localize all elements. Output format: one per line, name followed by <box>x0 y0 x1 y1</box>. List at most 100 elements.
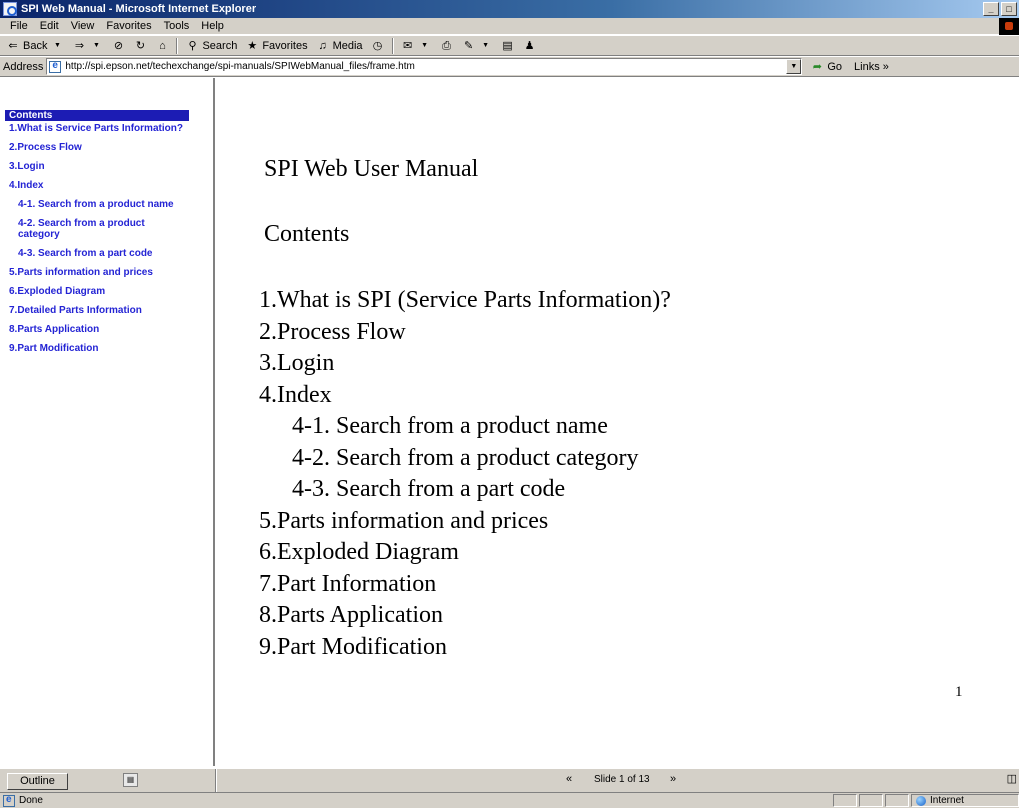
nav-link-sub[interactable]: 4-1. Search from a product name <box>9 199 189 210</box>
links-button[interactable]: Links » <box>854 61 889 73</box>
edit-button[interactable]: ✎ ▼ <box>459 37 496 55</box>
expand-outline-icon[interactable]: ▦ <box>123 773 138 787</box>
home-button[interactable]: ⌂ <box>152 37 172 55</box>
media-button[interactable]: ♫ Media <box>313 37 366 55</box>
menu-bar: File Edit View Favorites Tools Help <box>0 18 1019 35</box>
minimize-button[interactable]: _ <box>983 2 999 16</box>
media-label: Media <box>332 39 363 52</box>
toolbar-separator <box>176 37 179 54</box>
standard-toolbar: ⇐ Back ▼ ⇒ ▼ ⊘ ↻ ⌂ ⚲ Search ★ Favorites … <box>0 36 1019 56</box>
back-button[interactable]: ⇐ Back ▼ <box>3 37 67 55</box>
globe-icon <box>916 795 926 806</box>
toc-item: 4.Index <box>259 381 332 408</box>
search-icon: ⚲ <box>188 39 197 52</box>
window-title: SPI Web Manual - Microsoft Internet Expl… <box>21 3 257 15</box>
menu-file[interactable]: File <box>4 20 34 32</box>
nav-link[interactable]: 7.Detailed Parts Information <box>9 305 189 316</box>
title-bar[interactable]: SPI Web Manual - Microsoft Internet Expl… <box>0 0 1019 18</box>
chevron-down-icon: ▼ <box>93 41 100 49</box>
go-arrow-icon: ➦ <box>812 60 822 73</box>
address-bar: Address http://spi.epson.net/techexchang… <box>0 57 1019 77</box>
refresh-button[interactable]: ↻ <box>130 37 150 55</box>
address-input[interactable]: http://spi.epson.net/techexchange/spi-ma… <box>46 58 803 75</box>
toc-item-sub: 4-3. Search from a part code <box>292 476 566 502</box>
chevron-down-icon: ▼ <box>482 41 490 49</box>
menu-favorites[interactable]: Favorites <box>100 20 157 32</box>
toc-item: 6.Exploded Diagram <box>259 539 459 565</box>
messenger-icon: ♟ <box>524 39 535 52</box>
status-pane <box>859 794 883 807</box>
status-bar: Done Internet <box>0 792 1019 808</box>
frame-divider[interactable] <box>215 769 217 793</box>
chevron-down-icon: ▼ <box>54 41 61 49</box>
mail-button[interactable]: ✉ ▼ <box>398 37 435 55</box>
internet-explorer-icon <box>3 2 17 16</box>
back-label: Back <box>23 39 48 52</box>
toc-item: 5.Parts information and prices <box>259 507 549 534</box>
table-of-contents: 1.What is SPI (Service Parts Information… <box>259 285 671 663</box>
stop-icon: ⊘ <box>113 39 124 52</box>
search-label: Search <box>202 39 238 52</box>
status-text: Done <box>19 795 43 806</box>
toolbar-separator <box>391 37 394 54</box>
nav-link[interactable]: 3.Login <box>9 161 189 172</box>
print-button[interactable]: ⎙ <box>437 37 457 55</box>
nav-link[interactable]: 9.Part Modification <box>9 343 189 354</box>
zone-label: Internet <box>930 795 964 806</box>
menu-edit[interactable]: Edit <box>34 20 65 32</box>
media-icon: ♫ <box>318 39 327 52</box>
status-pane <box>833 794 857 807</box>
slide-title: SPI Web User Manual <box>264 156 479 182</box>
toc-item: 9.Part Modification <box>259 633 447 660</box>
maximize-button[interactable]: □ <box>1001 2 1017 16</box>
go-button[interactable]: ➦ Go <box>810 60 842 74</box>
slide-content-frame: SPI Web User Manual Contents 1.What is S… <box>217 78 1019 766</box>
nav-link-sub[interactable]: 4-3. Search from a part code <box>9 248 189 259</box>
toc-item: 7.Part Information <box>259 570 437 597</box>
stop-button[interactable]: ⊘ <box>108 37 128 55</box>
page-done-icon <box>3 794 15 807</box>
menu-help[interactable]: Help <box>195 20 230 32</box>
discuss-button[interactable]: ▤ <box>498 37 518 55</box>
chevron-down-icon: ▼ <box>421 41 429 49</box>
toc-item-sub: 4-2. Search from a product category <box>292 444 639 471</box>
menu-view[interactable]: View <box>65 20 101 32</box>
nav-list: 1.What is Service Parts Information? 2.P… <box>9 123 189 362</box>
nav-link[interactable]: 2.Process Flow <box>9 142 189 153</box>
menu-tools[interactable]: Tools <box>158 20 196 32</box>
nav-link[interactable]: 1.What is Service Parts Information? <box>9 123 189 134</box>
nav-header: Contents <box>5 110 189 121</box>
slide-navigation-bar: Outline ▦ « Slide 1 of 13 » ◫ <box>0 768 1019 793</box>
address-url[interactable]: http://spi.epson.net/techexchange/spi-ma… <box>65 61 414 72</box>
nav-link[interactable]: 4.Index <box>9 180 189 191</box>
edit-icon: ✎ <box>463 39 474 52</box>
nav-link[interactable]: 6.Exploded Diagram <box>9 286 189 297</box>
previous-slide-button[interactable]: « <box>566 773 572 785</box>
nav-link[interactable]: 5.Parts information and prices <box>9 267 189 278</box>
security-zone[interactable]: Internet <box>911 794 1019 807</box>
outline-button[interactable]: Outline <box>7 773 68 790</box>
home-icon: ⌂ <box>159 39 166 52</box>
go-label: Go <box>827 60 843 73</box>
fullscreen-slide-icon[interactable]: ◫ <box>1007 772 1017 785</box>
toc-item: 8.Parts Application <box>259 602 443 628</box>
search-button[interactable]: ⚲ Search <box>182 37 240 55</box>
address-dropdown-button[interactable]: ▼ <box>786 59 802 74</box>
favorites-icon: ★ <box>247 39 258 52</box>
favorites-button[interactable]: ★ Favorites <box>242 37 310 55</box>
next-slide-button[interactable]: » <box>670 773 676 785</box>
toc-item: 1.What is SPI (Service Parts Information… <box>259 287 671 313</box>
toc-item: 2.Process Flow <box>259 318 406 345</box>
forward-button[interactable]: ⇒ ▼ <box>69 37 106 55</box>
messenger-button[interactable]: ♟ <box>520 37 540 55</box>
windows-logo-icon <box>999 18 1019 35</box>
nav-link-sub[interactable]: 4-2. Search from a product category <box>9 218 189 240</box>
history-button[interactable]: ◷ <box>368 37 388 55</box>
refresh-icon: ↻ <box>135 39 146 52</box>
page-icon <box>49 60 62 73</box>
status-panes: Internet <box>831 794 1019 807</box>
contents-nav-frame: Contents 1.What is Service Parts Informa… <box>0 78 215 766</box>
history-icon: ◷ <box>372 39 383 52</box>
nav-link[interactable]: 8.Parts Application <box>9 324 189 335</box>
slide-subtitle: Contents <box>264 221 350 247</box>
